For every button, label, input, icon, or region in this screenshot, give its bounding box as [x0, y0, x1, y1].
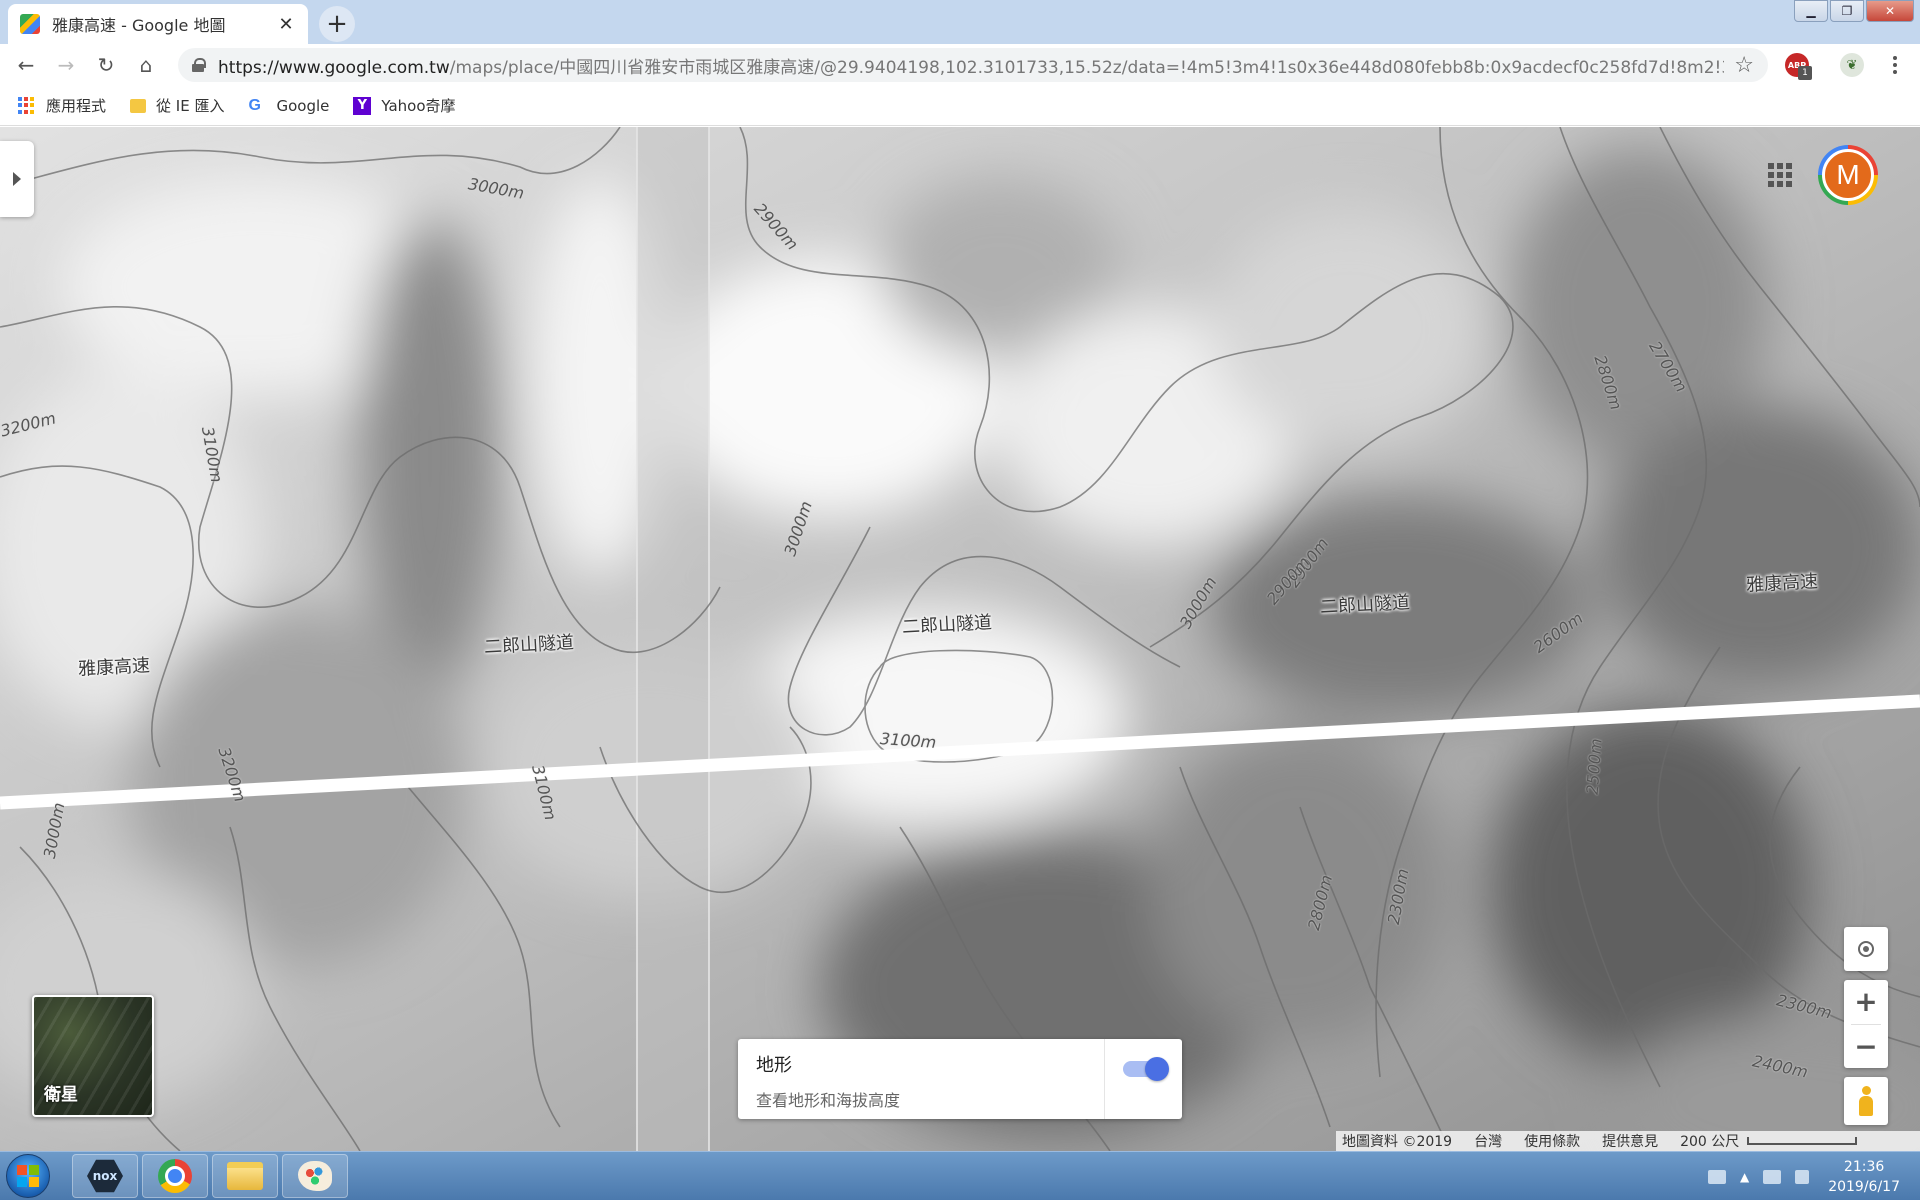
show-hidden-icons-icon[interactable]: ▲	[1740, 1170, 1749, 1184]
close-window-button[interactable]: ✕	[1866, 0, 1914, 22]
map-data-credit[interactable]: 地圖資料 ©2019	[1342, 1131, 1452, 1151]
apps-icon	[18, 96, 36, 115]
tab-title: 雅康高速 - Google 地圖	[52, 16, 226, 35]
terms-link[interactable]: 使用條款	[1524, 1131, 1580, 1151]
url-host: https://www.google.com.tw	[218, 57, 450, 78]
bookmark-label: 應用程式	[46, 97, 107, 115]
avatar: M	[1822, 149, 1874, 201]
bookmark-label: 從 IE 匯入	[156, 97, 225, 115]
file-explorer-icon	[227, 1162, 263, 1190]
yahoo-icon: Y	[353, 96, 372, 115]
terrain-relief	[0, 127, 1920, 1151]
chrome-icon	[158, 1159, 192, 1193]
folder-icon	[130, 98, 147, 113]
highway-label[interactable]: 雅康高速	[77, 651, 151, 681]
nox-icon: nox	[87, 1159, 123, 1193]
start-button[interactable]	[6, 1154, 50, 1198]
highway-label[interactable]: 雅康高速	[1745, 567, 1819, 597]
pegman-icon	[1859, 1086, 1873, 1116]
terrain-toggle-switch[interactable]	[1122, 1057, 1169, 1081]
terrain-text: 地形 查看地形和海拔高度	[738, 1039, 1104, 1119]
paint-icon	[298, 1161, 332, 1191]
extension-icon[interactable]: ❦	[1840, 53, 1864, 77]
url-path: /maps/place/中國四川省雅安市雨城区雅康高速/@29.9404198,…	[449, 57, 1725, 78]
map-canvas[interactable]: 雅康高速 二郎山隧道 二郎山隧道 二郎山隧道 雅康高速 3000m 2900m …	[0, 127, 1920, 1151]
zoom-out-button[interactable]: −	[1844, 1024, 1888, 1068]
feedback-link[interactable]: 提供意見	[1602, 1131, 1658, 1151]
bookmark-apps[interactable]: 應用程式	[18, 95, 106, 116]
bookmark-label: Yahoo奇摩	[381, 97, 456, 115]
chrome-menu-icon[interactable]	[1880, 50, 1910, 80]
bookmark-google[interactable]: G Google	[248, 97, 329, 115]
reload-button[interactable]: ↻	[86, 45, 126, 85]
tunnel-label[interactable]: 二郎山隧道	[901, 608, 993, 639]
toggle-knob	[1144, 1057, 1169, 1081]
volume-icon[interactable]	[1795, 1169, 1810, 1184]
keyboard-icon[interactable]	[1707, 1169, 1726, 1184]
back-button[interactable]: ←	[6, 45, 46, 85]
account-avatar-button[interactable]: M	[1818, 145, 1878, 205]
terrain-title: 地形	[756, 1055, 792, 1076]
terrain-toggle-wrap	[1104, 1039, 1182, 1119]
browser-toolbar: ← → ↻ ⌂ https://www.google.com.tw/maps/p…	[0, 44, 1920, 86]
bookmarks-bar: 應用程式 從 IE 匯入 G Google Y Yahoo奇摩	[0, 86, 1920, 126]
taskbar-nox[interactable]: nox	[72, 1154, 138, 1198]
satellite-label: 衛星	[44, 1085, 78, 1105]
taskbar-chrome[interactable]	[142, 1154, 208, 1198]
bookmark-yahoo[interactable]: Y Yahoo奇摩	[353, 95, 456, 116]
taskbar-paint[interactable]	[282, 1154, 348, 1198]
home-button[interactable]: ⌂	[126, 45, 166, 85]
bookmark-ie-import[interactable]: 從 IE 匯入	[130, 95, 224, 116]
zoom-controls: + −	[1844, 980, 1888, 1068]
adblock-badge: 1	[1798, 66, 1812, 80]
zoom-in-button[interactable]: +	[1844, 980, 1888, 1024]
bookmark-label: Google	[276, 96, 330, 115]
map-footer: 地圖資料 ©2019 台灣 使用條款 提供意見 200 公尺	[1336, 1131, 1920, 1151]
expand-arrow-icon	[13, 172, 21, 186]
terrain-subtitle: 查看地形和海拔高度	[756, 1091, 901, 1110]
network-icon[interactable]	[1763, 1169, 1782, 1184]
tunnel-label[interactable]: 二郎山隧道	[1319, 588, 1411, 619]
scale-label[interactable]: 200 公尺	[1680, 1131, 1739, 1151]
scale-bar[interactable]	[1747, 1137, 1858, 1145]
clock-time: 21:36	[1843, 1158, 1885, 1175]
url-text[interactable]: https://www.google.com.tw/maps/place/中國四…	[218, 53, 1724, 78]
browser-titlebar: 雅康高速 - Google 地圖 ✕ + ▁ ❐ ✕	[0, 0, 1920, 44]
address-bar[interactable]: https://www.google.com.tw/maps/place/中國四…	[178, 48, 1768, 82]
clock-date: 2019/6/17	[1828, 1178, 1900, 1195]
street-view-pegman-button[interactable]	[1844, 1077, 1888, 1125]
maximize-button[interactable]: ❐	[1830, 0, 1864, 22]
terrain-layer-card: 地形 查看地形和海拔高度	[738, 1039, 1182, 1119]
taskbar-explorer[interactable]	[212, 1154, 278, 1198]
forward-button[interactable]: →	[46, 45, 86, 85]
contour-label: 3100m	[879, 729, 937, 752]
expand-side-panel-button[interactable]	[0, 141, 34, 217]
tab-close-icon[interactable]: ✕	[276, 14, 296, 35]
browser-tab[interactable]: 雅康高速 - Google 地圖 ✕	[8, 4, 308, 44]
contour-label: 2500m	[1582, 737, 1606, 796]
minimize-button[interactable]: ▁	[1794, 0, 1828, 22]
windows-taskbar: nox ▲ 21:36 2019/6/17	[0, 1151, 1920, 1200]
tunnel-label[interactable]: 二郎山隧道	[483, 628, 575, 659]
new-tab-button[interactable]: +	[319, 6, 355, 42]
region-link[interactable]: 台灣	[1474, 1131, 1502, 1151]
satellite-layer-toggle[interactable]: 衛星	[32, 995, 154, 1117]
google-apps-icon[interactable]	[1766, 161, 1794, 189]
window-controls: ▁ ❐ ✕	[1792, 0, 1914, 22]
google-icon: G	[248, 96, 261, 114]
location-icon	[1858, 941, 1874, 957]
system-tray: ▲ 21:36 2019/6/17	[1701, 1152, 1920, 1201]
my-location-button[interactable]	[1844, 927, 1888, 971]
google-maps-favicon-icon	[20, 14, 40, 34]
lock-icon[interactable]	[192, 58, 206, 72]
bookmark-star-icon[interactable]: ☆	[1734, 53, 1754, 78]
clock[interactable]: 21:36 2019/6/17	[1828, 1157, 1900, 1197]
